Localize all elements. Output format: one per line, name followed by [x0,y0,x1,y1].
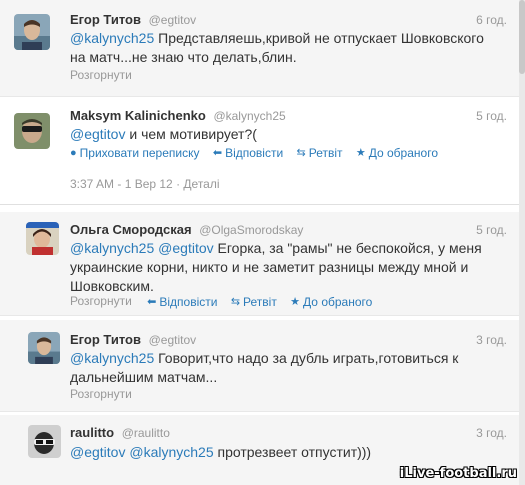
scrollbar-thumb[interactable] [519,0,525,74]
tweet-body: протрезвеет отпустит))) [213,444,372,460]
retweet-icon: ⇆ [230,296,241,308]
author-handle[interactable]: @OlgaSmorodskay [199,223,303,237]
expand-link[interactable]: Розгорнути [70,68,132,82]
author-handle[interactable]: @egtitov [149,13,197,27]
avatar-kalynych25[interactable] [14,113,50,149]
avatar-image [14,113,50,149]
reply-label: Відповісти [225,145,284,160]
avatar-egtitov[interactable] [28,332,60,364]
author-name[interactable]: Егор Титов [70,12,141,27]
favorite-button[interactable]: ★ До обраного [290,295,372,309]
reply-arrow-icon: ⬅ [147,296,157,308]
mention-link[interactable]: @egtitov [70,444,125,460]
retweet-icon: ⇆ [296,147,306,159]
author-name[interactable]: Maksym Kalinichenko [70,108,206,123]
star-icon: ★ [290,296,301,308]
retweet-button[interactable]: ⇆ Ретвіт [231,295,277,309]
tweet-text: @kalynych25 Представляешь,кривой не отпу… [70,29,500,67]
retweet-label: Ретвіт [308,145,343,160]
mention-link[interactable]: @egtitov [158,240,213,256]
star-icon: ★ [355,147,366,159]
avatar-olgasmorodskay[interactable] [26,222,59,255]
author-handle[interactable]: @raulitto [122,426,170,440]
mention-link[interactable]: @kalynych25 [129,444,213,460]
tweet-egtitov-1[interactable]: Егор Титов @egtitov 6 год. @kalynych25 П… [0,0,519,97]
reply-label: Відповісти [159,294,218,309]
tweet-time[interactable]: 5 год. [476,109,507,123]
conversation-icon: ● [70,147,77,159]
reply-button[interactable]: ⬅ Відповісти [147,295,217,309]
avatar-image [28,332,60,364]
tweet-text: @egtitov @kalynych25 протрезвеет отпусти… [70,443,500,462]
tweet-time[interactable]: 5 год. [476,223,507,237]
reply-button[interactable]: ⬅ Відповісти [213,146,283,160]
reply-arrow-icon: ⬅ [212,147,223,159]
favorite-label: До обраного [368,145,438,160]
tweet-olgasmorodskay[interactable]: Ольга Смородская @OlgaSmorodskay 5 год. … [0,212,519,316]
tweet-timestamp[interactable]: 3:37 AM - 1 Вер 12 [70,177,173,191]
author-handle[interactable]: @kalynych25 [213,109,285,123]
retweet-button[interactable]: ⇆ Ретвіт [297,146,343,160]
retweet-label: Ретвіт [243,294,277,309]
site-watermark: iLive-football.ru [399,466,517,481]
tweet-kalynych25[interactable]: Maksym Kalinichenko @kalynych25 5 год. @… [0,97,519,205]
details-link[interactable]: Деталі [183,177,219,191]
tweet-egtitov-2[interactable]: Егор Титов @egtitov 3 год. @kalynych25 Г… [0,320,519,412]
tweet-text: @kalynych25 Говорит,что надо за дубль иг… [70,349,480,387]
hide-conversation-label: Приховати переписку [79,146,200,160]
hide-conversation-button[interactable]: ● Приховати переписку [70,146,200,160]
tweet-time[interactable]: 3 год. [476,333,507,347]
mention-link[interactable]: @egtitov [70,126,125,142]
avatar-egtitov[interactable] [14,14,50,50]
favorite-button[interactable]: ★ До обраного [356,146,438,160]
mention-link[interactable]: @kalynych25 [70,240,154,256]
mention-link[interactable]: @kalynych25 [70,350,154,366]
avatar-image [28,425,61,458]
author-name[interactable]: Ольга Смородская [70,222,192,237]
mention-link[interactable]: @kalynych25 [70,30,154,46]
tweet-text: @egtitov и чем мотивирует?( [70,125,500,144]
tweet-time[interactable]: 6 год. [476,13,507,27]
favorite-label: До обраного [303,294,373,309]
avatar-image [14,14,50,50]
tweet-text: @kalynych25 @egtitov Егорка, за "рамы" н… [70,239,502,296]
author-handle[interactable]: @egtitov [149,333,197,347]
author-name[interactable]: raulitto [70,425,114,440]
tweet-time[interactable]: 3 год. [476,426,507,440]
avatar-image [26,222,59,255]
author-name[interactable]: Егор Титов [70,332,141,347]
avatar-raulitto[interactable] [28,425,61,458]
expand-link[interactable]: Розгорнути [70,294,132,308]
expand-link[interactable]: Розгорнути [70,387,132,401]
tweet-body: и чем мотивирует?( [125,126,257,142]
scrollbar-track[interactable] [519,0,525,485]
